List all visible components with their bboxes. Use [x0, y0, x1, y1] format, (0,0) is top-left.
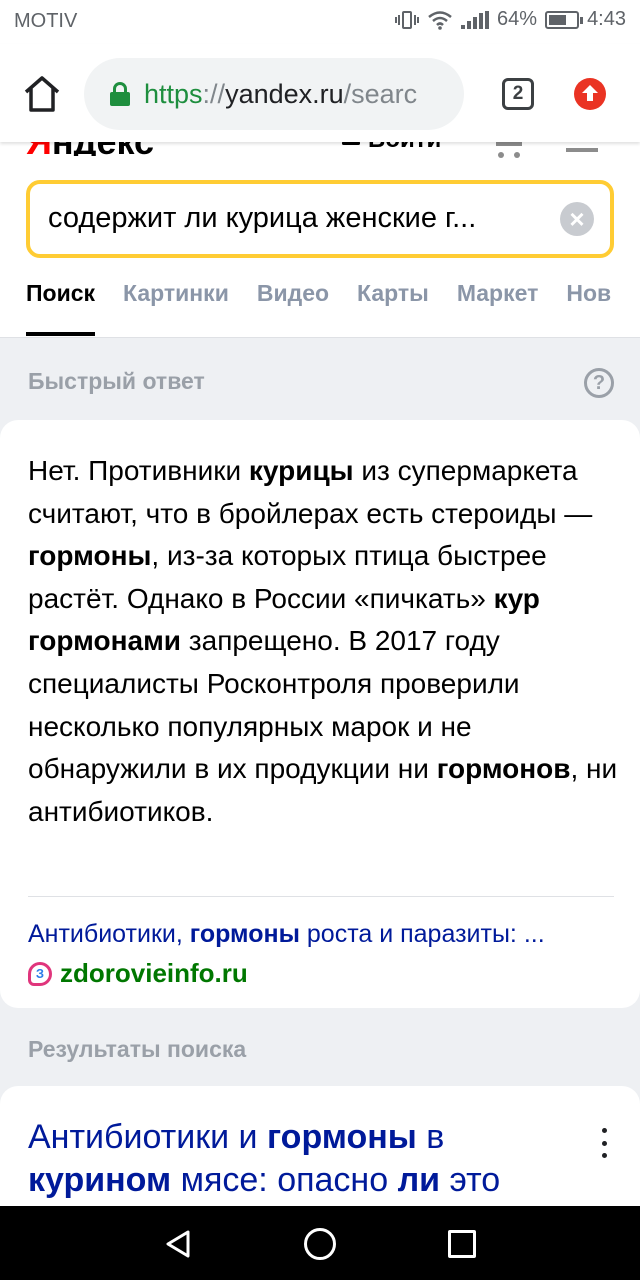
text-segment: Нет. Противники: [28, 455, 249, 486]
tab-switcher-button[interactable]: 2: [502, 78, 534, 110]
source-host-row[interactable]: З zdorovieinfo.ru: [28, 958, 248, 989]
header-divider: [0, 337, 640, 338]
back-icon[interactable]: [164, 1229, 194, 1259]
wifi-icon: [428, 10, 452, 30]
text-segment: в: [416, 1118, 445, 1156]
highlighted-term: гормоны: [266, 1118, 417, 1156]
search-query[interactable]: содержит ли курица женские г...: [48, 202, 538, 235]
tab-maps[interactable]: Карты: [357, 280, 429, 307]
site-favicon-icon: З: [28, 961, 52, 986]
system-nav-bar: [0, 1206, 640, 1280]
search-tabs: Поиск Картинки Видео Карты Маркет Нов: [26, 280, 611, 336]
text-segment: Антибиотики и: [28, 1118, 267, 1156]
menu-icon[interactable]: [566, 148, 598, 152]
url-text: https://yandex.ru/searc: [144, 78, 418, 109]
help-icon[interactable]: ?: [584, 368, 614, 398]
quick-answer-card: Нет. Противники курицы из супермаркета с…: [0, 420, 640, 1008]
clock: 4:43: [587, 8, 626, 30]
highlighted-term: курицы: [248, 455, 354, 486]
update-icon: [582, 85, 598, 101]
battery-fill: [549, 14, 566, 25]
text-segment: это: [440, 1161, 501, 1199]
yandex-header: Яндекс Войти содержит ли курица женские …: [0, 124, 640, 338]
cart-icon[interactable]: [492, 142, 526, 158]
search-input[interactable]: содержит ли курица женские г... ×: [26, 180, 614, 258]
vibrate-icon: [395, 10, 420, 29]
battery-icon: [545, 10, 584, 29]
answer-divider: [28, 896, 614, 897]
carrier-name: MOTIV: [14, 10, 78, 32]
clear-search-button[interactable]: ×: [560, 202, 594, 236]
results-label: Результаты поиска: [28, 1036, 247, 1062]
text-segment: мясе: опасно: [171, 1161, 398, 1199]
highlighted-term: курином: [28, 1161, 172, 1199]
tab-market[interactable]: Маркет: [457, 280, 539, 307]
quick-answer-text: Нет. Противники курицы из супермаркета с…: [28, 450, 618, 833]
quick-answer-label: Быстрый ответ: [28, 368, 205, 394]
highlighted-term: гормонов: [436, 753, 571, 785]
tab-images[interactable]: Картинки: [123, 280, 229, 307]
battery-percent: 64%: [497, 8, 538, 30]
recents-icon[interactable]: [448, 1230, 476, 1258]
signal-icon: [461, 10, 490, 29]
update-button[interactable]: [574, 78, 606, 110]
browser-toolbar: https://yandex.ru/searc 2: [0, 44, 640, 142]
tab-video[interactable]: Видео: [257, 280, 329, 307]
home-icon: [24, 76, 60, 112]
status-icons: 64% 4:43: [395, 8, 626, 31]
nav-home-icon[interactable]: [304, 1228, 336, 1260]
highlighted-term: гормоны: [28, 540, 152, 572]
url-bar[interactable]: https://yandex.ru/searc: [84, 58, 464, 130]
highlighted-term: ли: [397, 1161, 441, 1199]
result-title-link[interactable]: Антибиотики и гормоны в курином мясе: оп…: [28, 1116, 568, 1202]
more-options-icon[interactable]: [600, 1128, 608, 1158]
source-host[interactable]: zdorovieinfo.ru: [60, 958, 248, 989]
home-button[interactable]: [20, 72, 64, 116]
status-bar: MOTIV 64% 4:43: [0, 0, 640, 44]
source-link[interactable]: Антибиотики, гормоны роста и паразиты: .…: [28, 920, 614, 949]
lock-icon: [110, 82, 130, 106]
tab-news[interactable]: Нов: [566, 280, 611, 307]
tab-search[interactable]: Поиск: [26, 280, 96, 336]
